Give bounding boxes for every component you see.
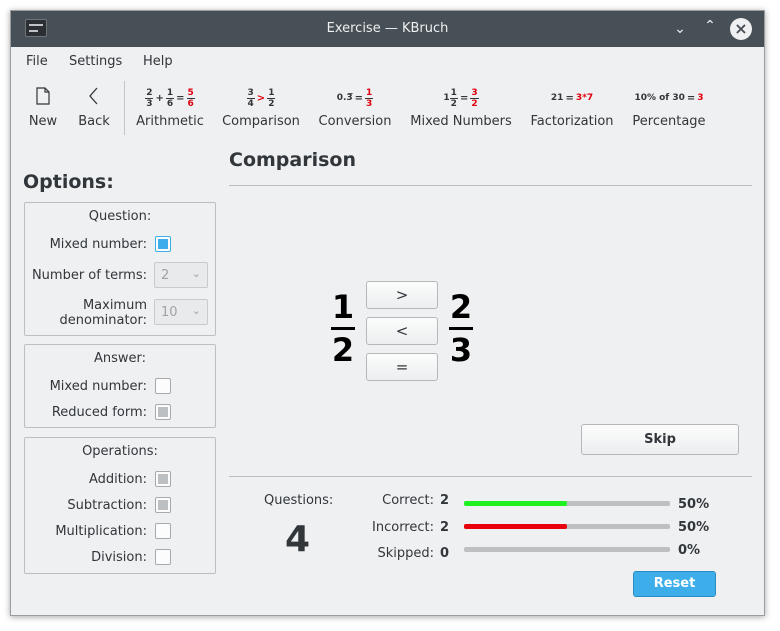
correct-label: Correct: xyxy=(382,493,434,508)
toolbar: New Back 23 + 16 = 56 Arithmetic 3 4 > 1… xyxy=(11,79,764,141)
answer-mixed-number-checkbox[interactable] xyxy=(155,378,171,394)
questions-label: Questions: xyxy=(264,493,334,508)
max-denominator-label: Maximum denominator: xyxy=(59,298,147,328)
comparison-button[interactable]: 34 > 12 Comparison xyxy=(218,79,304,139)
multiplication-label: Multiplication: xyxy=(55,524,147,539)
correct-count: 2 xyxy=(440,493,450,508)
operations-group: Operations: Addition: Subtraction: Multi… xyxy=(24,437,216,574)
stats-divider xyxy=(229,476,752,477)
mixed-numbers-icon: 1 12 = 32 xyxy=(443,87,479,109)
window-title: Exercise — KBruch xyxy=(326,21,449,36)
addition-checkbox[interactable] xyxy=(155,471,171,487)
main-window: Exercise — KBruch ⌄ ⌃ × File Settings He… xyxy=(10,10,765,616)
menu-bar: File Settings Help xyxy=(11,48,764,74)
percentage-button[interactable]: 10% of 30 = 3 Percentage xyxy=(627,79,711,139)
chevron-down-icon: ⌄ xyxy=(191,304,201,317)
subtraction-checkbox[interactable] xyxy=(155,497,171,513)
skipped-label: Skipped: xyxy=(377,546,434,561)
minimize-icon[interactable]: ⌄ xyxy=(670,19,690,39)
back-button[interactable]: Back xyxy=(73,79,115,139)
questions-count: 4 xyxy=(285,519,311,560)
skipped-percent: 0% xyxy=(678,543,701,558)
incorrect-count: 2 xyxy=(440,520,450,535)
division-checkbox[interactable] xyxy=(155,549,171,565)
incorrect-progress-fill xyxy=(464,524,567,529)
division-label: Division: xyxy=(91,550,147,565)
menu-file[interactable]: File xyxy=(26,54,48,69)
greater-than-button[interactable]: > xyxy=(366,281,438,309)
maximize-icon[interactable]: ⌃ xyxy=(700,16,720,36)
reset-button[interactable]: Reset xyxy=(633,571,716,597)
question-mixed-number-label: Mixed number: xyxy=(49,237,147,252)
question-group: Question: Mixed number: Number of terms:… xyxy=(24,202,216,336)
correct-progress-bar xyxy=(464,501,670,506)
answer-mixed-number-label: Mixed number: xyxy=(49,379,147,394)
reduced-form-label: Reduced form: xyxy=(51,405,147,420)
incorrect-percent: 50% xyxy=(678,520,710,535)
less-than-button[interactable]: < xyxy=(366,317,438,345)
menu-help[interactable]: Help xyxy=(143,54,173,69)
close-icon[interactable]: × xyxy=(730,18,752,40)
question-mixed-number-checkbox[interactable] xyxy=(155,236,171,252)
chevron-down-icon: ⌄ xyxy=(191,267,201,280)
menu-settings[interactable]: Settings xyxy=(69,54,122,69)
arithmetic-icon: 23 + 16 = 56 xyxy=(145,87,195,109)
reduced-form-checkbox[interactable] xyxy=(155,404,171,420)
new-button[interactable]: New xyxy=(23,79,63,139)
exercise-title: Comparison xyxy=(229,149,356,171)
multiplication-checkbox[interactable] xyxy=(155,523,171,539)
number-of-terms-label: Number of terms: xyxy=(31,268,147,283)
title-divider xyxy=(229,185,752,186)
right-fraction: 2 3 xyxy=(449,288,473,369)
skipped-progress-bar xyxy=(464,547,670,552)
incorrect-label: Incorrect: xyxy=(372,520,434,535)
factorization-button[interactable]: 21 = 3*7 Factorization xyxy=(526,79,618,139)
arithmetic-button[interactable]: 23 + 16 = 56 Arithmetic xyxy=(129,79,211,139)
conversion-button[interactable]: 0.3̅ = 13 Conversion xyxy=(315,79,395,139)
max-denominator-combo[interactable]: 10 ⌄ xyxy=(154,299,208,325)
conversion-icon: 0.3̅ = 13 xyxy=(336,87,374,109)
correct-progress-fill xyxy=(464,501,567,506)
back-arrow-icon xyxy=(73,85,115,111)
toolbar-separator xyxy=(124,81,125,135)
answer-group: Answer: Mixed number: Reduced form: xyxy=(24,344,216,428)
new-document-icon xyxy=(23,85,63,111)
skip-button[interactable]: Skip xyxy=(581,424,739,455)
percentage-icon: 10% of 30 = 3 xyxy=(634,92,704,104)
options-title: Options: xyxy=(23,171,114,193)
factorization-icon: 21 = 3*7 xyxy=(550,92,594,104)
title-bar[interactable]: Exercise — KBruch ⌄ ⌃ × xyxy=(11,11,764,47)
comparison-icon: 34 > 12 xyxy=(246,87,276,109)
subtraction-label: Subtraction: xyxy=(67,498,147,513)
left-fraction: 1 2 xyxy=(331,288,355,369)
equal-button[interactable]: = xyxy=(366,353,438,381)
skipped-count: 0 xyxy=(440,546,450,561)
addition-label: Addition: xyxy=(88,472,147,487)
correct-percent: 50% xyxy=(678,497,710,512)
incorrect-progress-bar xyxy=(464,524,670,529)
mixed-numbers-button[interactable]: 1 12 = 32 Mixed Numbers xyxy=(407,79,515,139)
number-of-terms-combo[interactable]: 2 ⌄ xyxy=(154,262,208,288)
